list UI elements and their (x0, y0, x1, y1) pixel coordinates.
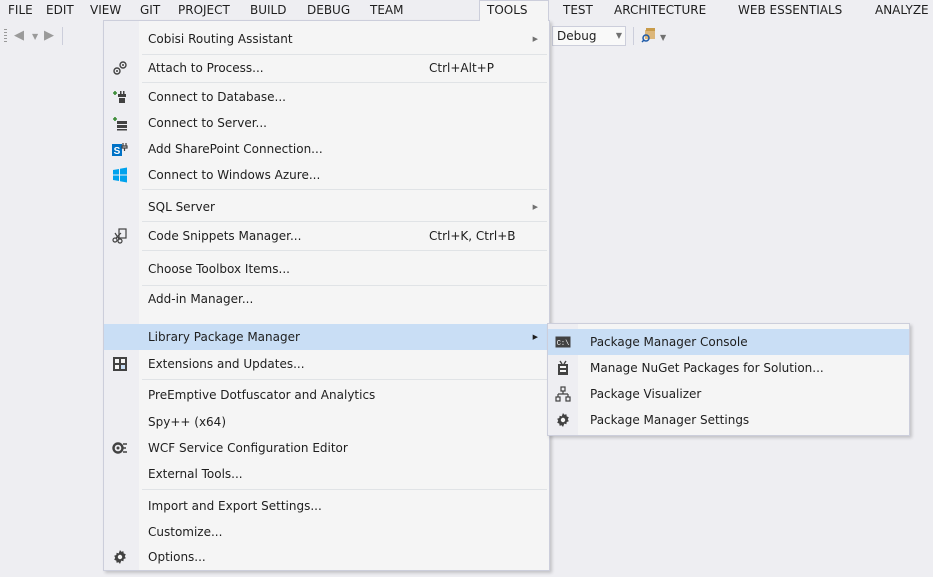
menu-item-label: Connect to Windows Azure... (148, 168, 321, 182)
nuget-packages-icon (555, 360, 571, 376)
submenu-item-label: Package Manager Settings (590, 413, 750, 427)
toolbar-options-icon[interactable]: ▼ (660, 31, 666, 45)
svg-text:C:\: C:\ (557, 340, 570, 348)
menu-item-add-in-manager[interactable]: Add-in Manager... (104, 286, 549, 312)
extensions-icon (112, 356, 128, 372)
menu-item-label: WCF Service Configuration Editor (148, 441, 348, 455)
navigate-back-icon[interactable]: ◀ (14, 29, 24, 43)
menu-item-label: Connect to Database... (148, 90, 286, 104)
menu-build[interactable]: BUILD (243, 0, 293, 21)
menu-item-sql-server[interactable]: SQL Server ▶ (104, 194, 549, 220)
windows-azure-icon (112, 167, 128, 183)
solution-configuration-value: Debug (557, 29, 597, 43)
attach-process-icon (112, 60, 128, 76)
svg-text:S: S (114, 146, 121, 157)
toolbar-separator (62, 27, 63, 45)
menu-item-external-tools[interactable]: External Tools... (104, 461, 549, 487)
submenu-arrow-icon: ▶ (532, 333, 538, 341)
menu-debug[interactable]: DEBUG (300, 0, 357, 21)
menu-edit[interactable]: EDIT (39, 0, 81, 21)
menu-item-library-package-manager[interactable]: Library Package Manager ▶ (104, 324, 549, 350)
submenu-arrow-icon: ▶ (532, 35, 538, 43)
menu-separator (142, 221, 547, 222)
submenu-item-label: Manage NuGet Packages for Solution... (590, 361, 824, 375)
connect-database-icon (112, 89, 128, 105)
menu-bar: FILE EDIT VIEW GIT PROJECT BUILD DEBUG T… (0, 0, 933, 21)
console-icon: C:\ (555, 334, 571, 350)
wcf-config-icon (112, 440, 128, 456)
menu-item-code-snippets-manager[interactable]: Code Snippets Manager... Ctrl+K, Ctrl+B (104, 223, 549, 249)
menu-item-label: Options... (148, 550, 206, 564)
menu-project[interactable]: PROJECT (171, 0, 237, 21)
menu-item-label: Connect to Server... (148, 116, 267, 130)
submenu-item-package-visualizer[interactable]: Package Visualizer (548, 381, 909, 407)
menu-item-spy-plus-plus[interactable]: Spy++ (x64) (104, 409, 549, 435)
menu-item-cobisi-routing-assistant[interactable]: Cobisi Routing Assistant ▶ (104, 26, 549, 52)
tools-menu: Cobisi Routing Assistant ▶ Attach to Pro… (103, 20, 550, 571)
submenu-item-label: Package Visualizer (590, 387, 702, 401)
menu-item-import-and-export-settings[interactable]: Import and Export Settings... (104, 493, 549, 519)
menu-item-label: Add-in Manager... (148, 292, 254, 306)
back-dropdown-icon[interactable]: ▼ (32, 30, 38, 44)
submenu-arrow-icon: ▶ (532, 203, 538, 211)
menu-tools[interactable]: TOOLS (479, 0, 549, 21)
menu-item-label: Import and Export Settings... (148, 499, 322, 513)
menu-separator (142, 82, 547, 83)
menu-item-label: SQL Server (148, 200, 215, 214)
connect-server-icon (112, 115, 128, 131)
menu-item-connect-to-database[interactable]: Connect to Database... (104, 84, 549, 110)
menu-item-options[interactable]: Options... (104, 544, 549, 570)
menu-item-wcf-service-configuration-editor[interactable]: WCF Service Configuration Editor (104, 435, 549, 461)
submenu-item-package-manager-console[interactable]: C:\ Package Manager Console (548, 329, 909, 355)
package-visualizer-icon (555, 386, 571, 402)
gear-icon (112, 549, 128, 565)
menu-separator (142, 189, 547, 190)
menu-analyze[interactable]: ANALYZE (868, 0, 933, 21)
menu-test[interactable]: TEST (556, 0, 600, 21)
menu-separator (142, 379, 547, 380)
menu-item-label: Add SharePoint Connection... (148, 142, 323, 156)
submenu-item-manage-nuget-packages[interactable]: Manage NuGet Packages for Solution... (548, 355, 909, 381)
menu-item-label: Choose Toolbox Items... (148, 262, 290, 276)
sharepoint-icon: S (112, 141, 128, 157)
solution-configuration-combo[interactable]: Debug ▼ (552, 26, 626, 46)
menu-item-connect-to-server[interactable]: Connect to Server... (104, 110, 549, 136)
menu-item-label: Cobisi Routing Assistant (148, 32, 293, 46)
gear-icon (555, 412, 571, 428)
menu-item-extensions-and-updates[interactable]: Extensions and Updates... (104, 351, 549, 377)
submenu-item-package-manager-settings[interactable]: Package Manager Settings (548, 407, 909, 433)
menu-item-attach-to-process[interactable]: Attach to Process... Ctrl+Alt+P (104, 55, 549, 81)
menu-file[interactable]: FILE (1, 0, 40, 21)
navigate-forward-icon[interactable]: ▶ (44, 29, 54, 43)
menu-item-preemptive-dotfuscator[interactable]: PreEmptive Dotfuscator and Analytics (104, 382, 549, 408)
library-package-manager-submenu: C:\ Package Manager Console Manage NuGet… (547, 323, 910, 436)
menu-item-connect-to-windows-azure[interactable]: Connect to Windows Azure... (104, 162, 549, 188)
menu-item-label: Library Package Manager (148, 330, 300, 344)
chevron-down-icon: ▼ (615, 31, 622, 40)
menu-item-add-sharepoint-connection[interactable]: S Add SharePoint Connection... (104, 136, 549, 162)
menu-architecture[interactable]: ARCHITECTURE (607, 0, 713, 21)
toolbar-separator (633, 27, 634, 45)
menu-item-label: Spy++ (x64) (148, 415, 226, 429)
menu-item-label: External Tools... (148, 467, 243, 481)
menu-item-shortcut: Ctrl+K, Ctrl+B (429, 229, 516, 243)
code-snippets-icon (112, 228, 128, 244)
toolbar-grip[interactable] (4, 29, 7, 43)
menu-separator (142, 489, 547, 490)
menu-item-label: Extensions and Updates... (148, 357, 305, 371)
find-in-files-icon[interactable] (641, 27, 657, 43)
menu-item-customize[interactable]: Customize... (104, 519, 549, 545)
menu-item-choose-toolbox-items[interactable]: Choose Toolbox Items... (104, 256, 549, 282)
menu-item-shortcut: Ctrl+Alt+P (429, 61, 494, 75)
menu-separator (142, 250, 547, 251)
menu-item-label: Code Snippets Manager... (148, 229, 302, 243)
menu-git[interactable]: GIT (133, 0, 167, 21)
menu-view[interactable]: VIEW (83, 0, 128, 21)
submenu-item-label: Package Manager Console (590, 335, 748, 349)
menu-item-label: Attach to Process... (148, 61, 264, 75)
menu-web-essentials[interactable]: WEB ESSENTIALS (731, 0, 849, 21)
menu-item-label: PreEmptive Dotfuscator and Analytics (148, 388, 376, 402)
menu-team[interactable]: TEAM (363, 0, 410, 21)
menu-item-label: Customize... (148, 525, 223, 539)
